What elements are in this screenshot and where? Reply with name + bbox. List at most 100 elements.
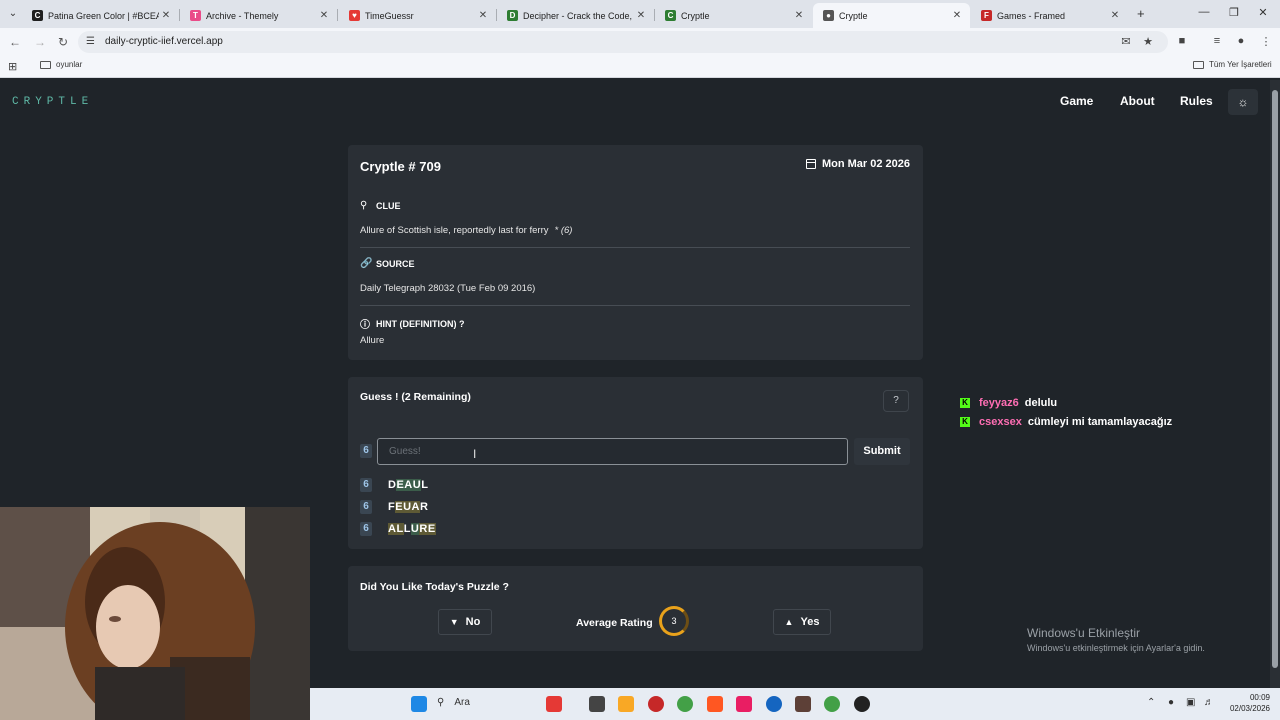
back-icon[interactable]: ← bbox=[8, 35, 22, 49]
start-icon[interactable] bbox=[411, 696, 427, 712]
close-tab-icon[interactable]: ✕ bbox=[476, 10, 490, 21]
folder-icon bbox=[40, 60, 51, 69]
tab-title: Games - Framed bbox=[997, 10, 1066, 21]
volume-icon[interactable]: ♬ bbox=[1204, 697, 1214, 708]
previous-guess: ALLURE bbox=[388, 523, 436, 535]
submit-button[interactable]: Submit bbox=[854, 438, 910, 465]
close-tab-icon[interactable]: ✕ bbox=[792, 10, 806, 21]
profile-avatar-icon[interactable]: ● bbox=[1234, 35, 1248, 47]
kick-icon: K bbox=[960, 417, 970, 427]
taskbar-app-icon[interactable] bbox=[546, 696, 562, 712]
average-rating-label: Average Rating bbox=[576, 617, 653, 629]
guess-letter: L bbox=[403, 523, 411, 535]
tab-search-icon[interactable]: ⌄ bbox=[4, 5, 22, 23]
all-bookmarks-button[interactable]: Tüm Yer İşaretleri bbox=[1193, 60, 1272, 69]
browser-tab[interactable]: C Cryptle ✕ bbox=[655, 3, 812, 28]
nav-game[interactable]: Game bbox=[1060, 94, 1093, 108]
guess-letter: F bbox=[388, 501, 396, 513]
help-button[interactable]: ? bbox=[883, 390, 909, 412]
theme-toggle-button[interactable]: ☼ bbox=[1228, 89, 1258, 115]
chrome-icon[interactable] bbox=[677, 696, 693, 712]
triangle-down-icon: ▼ bbox=[449, 617, 459, 627]
tray-chevron-icon[interactable]: ⌃ bbox=[1147, 697, 1155, 708]
nav-rules[interactable]: Rules bbox=[1180, 94, 1213, 108]
file-explorer-icon[interactable] bbox=[618, 696, 634, 712]
guess-letter: U bbox=[403, 501, 412, 513]
steam-icon[interactable] bbox=[766, 696, 782, 712]
vote-no-button[interactable]: ▼ No bbox=[438, 609, 492, 635]
previous-guess: DEAUL bbox=[388, 479, 428, 491]
hint-text: Allure bbox=[360, 335, 385, 346]
scrollbar-thumb[interactable] bbox=[1272, 90, 1278, 668]
browser-tab[interactable]: ● Cryptle ✕ bbox=[813, 3, 970, 28]
info-icon: ⓘ bbox=[360, 320, 370, 331]
music-app-icon[interactable] bbox=[736, 696, 752, 712]
guess-letter: D bbox=[388, 479, 397, 491]
restore-icon[interactable]: ❐ bbox=[1227, 6, 1241, 19]
site-info-icon[interactable]: ☰ bbox=[86, 36, 95, 47]
minimize-icon[interactable]: — bbox=[1197, 6, 1211, 18]
taskbar-clock[interactable]: 00:09 02/03/2026 bbox=[1220, 692, 1270, 714]
browser-tab[interactable]: T Archive - Themely ✕ bbox=[180, 3, 337, 28]
site-logo[interactable]: CRYPTLE bbox=[12, 96, 93, 108]
triangle-up-icon: ▲ bbox=[784, 617, 794, 627]
new-tab-button[interactable]: + bbox=[1137, 6, 1151, 21]
browser-tab[interactable]: F Games - Framed ✕ bbox=[971, 3, 1128, 28]
vote-yes-button[interactable]: ▲ Yes bbox=[773, 609, 831, 635]
bookmark-star-icon[interactable]: ★ bbox=[1141, 35, 1155, 48]
taskbar-search[interactable]: ⚲ Ara bbox=[437, 697, 470, 708]
guess-letter: E bbox=[395, 501, 404, 513]
taskbar-app-icon[interactable] bbox=[648, 696, 664, 712]
link-icon: 🔗 bbox=[360, 258, 373, 269]
network-icon[interactable]: ▣ bbox=[1186, 697, 1195, 708]
media-controls-icon[interactable]: ≡ bbox=[1210, 35, 1224, 47]
length-badge: 6 bbox=[360, 522, 372, 536]
divider bbox=[360, 305, 910, 306]
guess-letter: R bbox=[419, 523, 428, 535]
favicon-icon: ● bbox=[823, 10, 834, 21]
webcam-overlay bbox=[0, 507, 310, 720]
favicon-icon: F bbox=[981, 10, 992, 21]
tab-title: Cryptle bbox=[681, 10, 710, 21]
close-window-icon[interactable]: ✕ bbox=[1256, 6, 1270, 19]
hint-heading[interactable]: ⓘ HINT (DEFINITION) ? bbox=[360, 316, 465, 332]
guess-card: Guess ! (2 Remaining) ? 6 I Submit 6DEAU… bbox=[348, 377, 923, 549]
nav-about[interactable]: About bbox=[1120, 94, 1155, 108]
chat-message: K feyyaz6 delulu bbox=[960, 397, 1057, 409]
microphone-icon[interactable]: ● bbox=[1168, 697, 1174, 708]
extensions-icon[interactable]: ■ bbox=[1175, 35, 1189, 47]
taskbar-app-icon[interactable] bbox=[589, 696, 605, 712]
rating-card: Did You Like Today's Puzzle ? ▼ No Avera… bbox=[348, 566, 923, 651]
reload-icon[interactable]: ↻ bbox=[56, 35, 70, 49]
forward-icon[interactable]: → bbox=[33, 35, 47, 49]
close-tab-icon[interactable]: ✕ bbox=[634, 10, 648, 21]
tab-title: Patina Green Color | #BCEA87 bbox=[48, 10, 159, 21]
kick-icon: K bbox=[960, 398, 970, 408]
close-tab-icon[interactable]: ✕ bbox=[317, 10, 331, 21]
browser-tab[interactable]: ♥ TimeGuessr ✕ bbox=[339, 3, 496, 28]
taskbar-app-icon[interactable] bbox=[854, 696, 870, 712]
close-tab-icon[interactable]: ✕ bbox=[159, 10, 173, 21]
url-text[interactable]: daily-cryptic-iief.vercel.app bbox=[105, 36, 223, 47]
calendar-icon bbox=[805, 159, 816, 169]
guess-letter: A bbox=[388, 523, 397, 535]
taskbar-app-icon[interactable] bbox=[795, 696, 811, 712]
guess-input[interactable] bbox=[377, 438, 848, 465]
taskbar-app-icon[interactable] bbox=[707, 696, 723, 712]
bookmark-folder-oyunlar[interactable]: oyunlar bbox=[40, 60, 82, 69]
browser-menu-icon[interactable]: ⋮ bbox=[1259, 35, 1273, 48]
browser-tab[interactable]: D Decipher - Crack the Code, Rev✕ bbox=[497, 3, 654, 28]
omnibox[interactable]: ☰ daily-cryptic-iief.vercel.app bbox=[78, 31, 1168, 53]
chrome-icon[interactable] bbox=[824, 696, 840, 712]
puzzle-title: Cryptle # 709 bbox=[360, 159, 441, 174]
guess-letter: E bbox=[427, 523, 436, 535]
apps-grid-icon[interactable]: ⊞ bbox=[8, 60, 17, 73]
length-badge: 6 bbox=[360, 500, 372, 514]
browser-tab[interactable]: C Patina Green Color | #BCEA87✕ bbox=[22, 3, 179, 28]
close-tab-icon[interactable]: ✕ bbox=[950, 10, 964, 21]
close-tab-icon[interactable]: ✕ bbox=[1108, 10, 1122, 21]
guess-letter: L bbox=[396, 523, 404, 535]
favicon-icon: C bbox=[32, 10, 43, 21]
translate-icon[interactable]: ✉ bbox=[1119, 35, 1133, 48]
length-badge: 6 bbox=[360, 444, 372, 458]
